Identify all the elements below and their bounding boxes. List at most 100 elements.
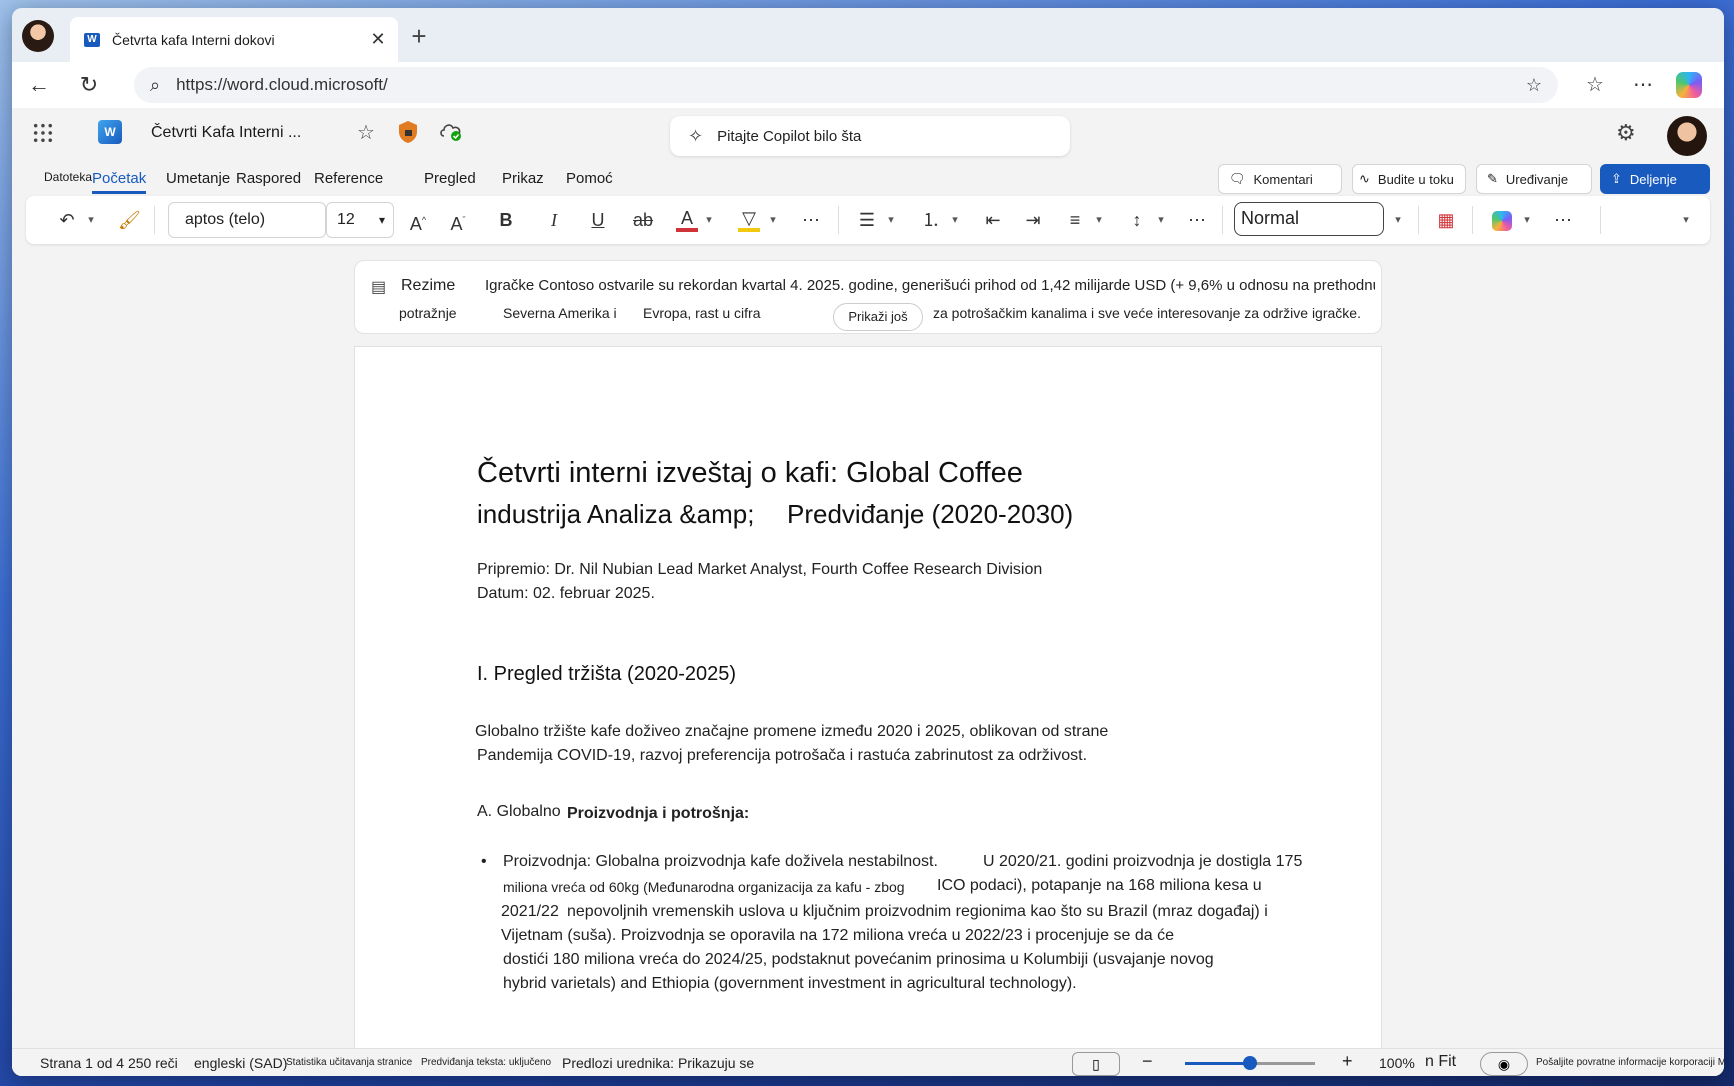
divider — [1418, 206, 1419, 234]
numbering-dropdown-icon[interactable]: ▾ — [948, 208, 962, 232]
prepared-by: Pripremio: Dr. Nil Nubian Lead Market An… — [477, 561, 1043, 578]
more-options-icon[interactable]: ⋯ — [1626, 68, 1660, 102]
expand-ribbon-icon[interactable]: ▾ — [1678, 208, 1694, 232]
decrease-font-size-icon[interactable]: Aˇ — [446, 208, 470, 234]
cloud-saved-icon[interactable] — [438, 120, 464, 146]
numbering-icon[interactable]: ⒈ — [920, 208, 942, 232]
back-arrow-icon[interactable]: ← — [22, 68, 56, 102]
editor-suggestions[interactable]: Predlozi urednika: Prikazuju se — [562, 1055, 754, 1071]
highlight-dropdown-icon[interactable]: ▾ — [766, 208, 780, 232]
add-favorite-icon[interactable]: ☆ — [1526, 75, 1542, 96]
styles-dropdown-icon[interactable]: ▾ — [1390, 208, 1406, 232]
show-more-button[interactable]: Prikaži još — [833, 303, 923, 331]
tab-insert[interactable]: Umetanje — [166, 170, 230, 187]
sensitivity-shield-icon[interactable] — [395, 120, 421, 146]
user-avatar[interactable] — [1667, 116, 1707, 156]
bullet-line-2b: ICO podaci), potapanje na 168 miliona ke… — [937, 877, 1262, 894]
editing-mode-button[interactable]: ✎ Uređivanje — [1476, 164, 1592, 194]
share-button[interactable]: ⇪ Deljenje — [1600, 164, 1710, 194]
url-text[interactable]: https://word.cloud.microsoft/ — [176, 75, 388, 95]
highlight-icon[interactable]: ▽ — [738, 208, 760, 232]
favorites-icon[interactable]: ☆ — [1578, 68, 1612, 102]
align-left-icon[interactable]: ≡ — [1064, 208, 1086, 232]
zoom-out-icon[interactable]: − — [1142, 1051, 1153, 1072]
tab-help[interactable]: Pomoć — [566, 170, 613, 187]
more-font-options-icon[interactable]: ⋯ — [800, 208, 822, 232]
line-spacing-icon[interactable]: ↕ — [1126, 208, 1148, 232]
tab-references[interactable]: Reference — [314, 170, 383, 187]
bold-icon[interactable]: B — [496, 208, 516, 232]
subsection-a-title: Proizvodnja i potrošnja: — [567, 805, 750, 822]
undo-icon[interactable]: ↶ — [56, 208, 78, 232]
increase-indent-icon[interactable]: ⇥ — [1022, 208, 1044, 232]
word-count[interactable]: Strana 1 od 4 250 reči — [40, 1055, 178, 1071]
catch-up-button[interactable]: ∿ Budite u toku — [1352, 164, 1466, 194]
language[interactable]: engleski (SAD) — [194, 1055, 287, 1071]
font-family-select[interactable]: aptos (telo) — [168, 202, 326, 238]
style-select[interactable]: Normal — [1234, 202, 1384, 236]
app-launcher-icon[interactable] — [32, 122, 54, 144]
strikethrough-icon[interactable]: ab — [630, 208, 656, 232]
font-color-dropdown-icon[interactable]: ▾ — [702, 208, 716, 232]
align-dropdown-icon[interactable]: ▾ — [1092, 208, 1106, 232]
summary-card: ▤ Rezime Igračke Contoso ostvarile su re… — [354, 260, 1382, 334]
tab-home[interactable]: Početak — [92, 170, 147, 194]
more-options-icon[interactable]: ⋯ — [1552, 208, 1574, 232]
copilot-toolbar-icon[interactable] — [1490, 208, 1514, 232]
font-size-select[interactable]: 12 ▾ — [326, 202, 394, 238]
tab-review[interactable]: Pregled — [424, 170, 476, 187]
feedback-link[interactable]: Pošaljite povratne informacije korporaci… — [1536, 1057, 1724, 1068]
font-color-icon[interactable]: A — [676, 208, 698, 232]
undo-dropdown-icon[interactable]: ▾ — [84, 208, 98, 232]
close-tab-icon[interactable]: ✕ — [364, 29, 392, 50]
comments-label: Komentari — [1253, 171, 1313, 187]
share-label: Deljenje — [1629, 171, 1677, 187]
document-title[interactable]: Četvrti Kafa Interni ... — [151, 124, 301, 142]
zoom-slider[interactable] — [1185, 1056, 1315, 1070]
comments-button[interactable]: 🗨 Komentari — [1218, 164, 1342, 194]
ribbon-tabs: Datoteka Početak Umetanje Raspored Refer… — [12, 160, 1724, 196]
summary-line-1: Igračke Contoso ostvarile su rekordan kv… — [485, 277, 1375, 294]
copilot-dropdown-icon[interactable]: ▾ — [1520, 208, 1534, 232]
address-bar[interactable]: ⌕ https://word.cloud.microsoft/ ☆ — [134, 67, 1558, 103]
star-icon[interactable]: ☆ — [353, 120, 379, 146]
new-tab-button[interactable]: + — [404, 22, 434, 52]
browser-tab-active[interactable]: W Četvrta kafa Interni dokovi ✕ — [70, 17, 398, 62]
refresh-icon[interactable]: ↻ — [72, 68, 106, 102]
summary-line-2b: Severna Amerika i — [503, 305, 617, 321]
line-spacing-dropdown-icon[interactable]: ▾ — [1154, 208, 1168, 232]
zoom-in-icon[interactable]: + — [1342, 1051, 1353, 1072]
browser-profile-avatar[interactable] — [22, 20, 54, 52]
italic-icon[interactable]: I — [544, 208, 564, 232]
increase-font-size-icon[interactable]: A^ — [406, 208, 430, 234]
doc-title-line-1: Četvrti interni izveštaj o kafi: Global … — [477, 457, 1023, 489]
settings-gear-icon[interactable]: ⚙ — [1616, 120, 1636, 146]
eye-icon[interactable]: ◉ — [1480, 1052, 1528, 1076]
bullet-line-5: dostići 180 miliona vreća do 2024/25, po… — [503, 951, 1214, 968]
divider — [838, 206, 839, 234]
format-painter-icon[interactable]: 🖌 — [118, 208, 141, 232]
page-load-stats[interactable]: Statistika učitavanja stranice — [286, 1057, 412, 1068]
pencil-icon: ✎ — [1487, 171, 1498, 186]
zoom-level[interactable]: 100% — [1379, 1055, 1415, 1071]
styles-gallery-icon[interactable]: ▦ — [1434, 208, 1458, 232]
summary-line-2d: za potrošačkim kanalima i sve veće inter… — [933, 305, 1361, 321]
copilot-search-box[interactable]: ✧ Pitajte Copilot bilo šta — [670, 116, 1070, 156]
underline-icon[interactable]: U — [588, 208, 608, 232]
bullet-line-1b: U 2020/21. godini proizvodnja je dostigl… — [983, 853, 1303, 870]
bullets-dropdown-icon[interactable]: ▾ — [884, 208, 898, 232]
copilot-icon[interactable] — [1676, 72, 1702, 98]
zoom-slider-thumb[interactable] — [1243, 1056, 1257, 1070]
more-paragraph-options-icon[interactable]: ⋯ — [1186, 208, 1208, 232]
document-page[interactable]: Četvrti interni izveštaj o kafi: Global … — [354, 346, 1382, 1076]
text-predictions[interactable]: Predviđanja teksta: uključeno — [421, 1057, 551, 1068]
ribbon-toolbar: ↶ ▾ 🖌 aptos (telo) 12 ▾ A^ Aˇ B I U ab A… — [26, 196, 1710, 244]
tab-file[interactable]: Datoteka — [44, 170, 92, 184]
page-view-icon[interactable]: ▯ — [1072, 1052, 1120, 1076]
tab-layout[interactable]: Raspored — [236, 170, 301, 187]
bullets-icon[interactable]: ☰ — [856, 208, 878, 232]
word-logo-icon: W — [98, 120, 122, 144]
fit-label[interactable]: n Fit — [1425, 1053, 1456, 1071]
tab-view[interactable]: Prikaz — [502, 170, 544, 187]
decrease-indent-icon[interactable]: ⇤ — [982, 208, 1004, 232]
